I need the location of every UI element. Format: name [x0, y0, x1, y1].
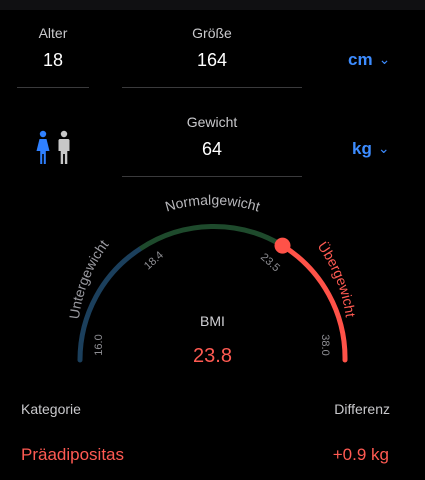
difference-value: +0.9 kg — [332, 445, 389, 464]
bmi-value: 23.8 — [193, 345, 232, 367]
bmi-label: BMI — [200, 313, 225, 329]
normal-arc — [139, 223, 284, 251]
tick-label-38: 38.0 — [319, 334, 331, 355]
tick-label-23-5: 23.5 — [258, 251, 282, 274]
category-label: Kategorie — [21, 401, 81, 417]
bmi-indicator[interactable] — [274, 237, 291, 254]
bmi-gauge: Untergewicht Normalgewicht Übergewicht 1… — [66, 192, 359, 367]
tick-label-16: 16.0 — [93, 334, 105, 355]
difference-label: Differenz — [334, 401, 390, 417]
category-value: Präadipositas — [21, 445, 125, 464]
zone-label-normal: Normalgewicht — [163, 192, 262, 215]
tick-label-18-4: 18.4 — [142, 249, 166, 272]
